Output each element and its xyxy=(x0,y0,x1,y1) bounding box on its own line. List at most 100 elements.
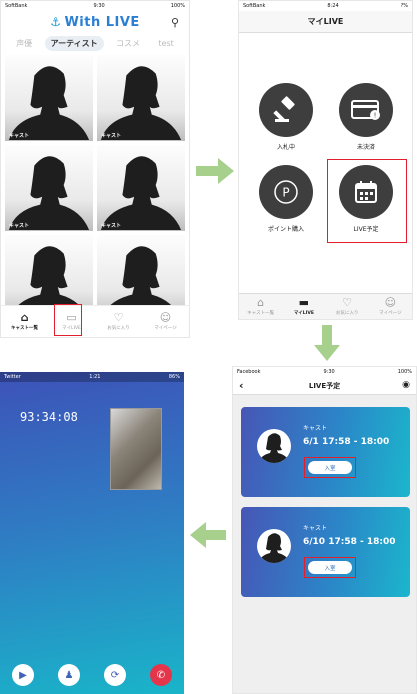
battery-label: 86% xyxy=(168,374,180,380)
schedule-time: 6/10 17:58 - 18:00 xyxy=(303,537,396,547)
cast-name: キャスト xyxy=(303,425,328,432)
menu-label: 入札中 xyxy=(276,144,295,151)
clock-label: 9:30 xyxy=(323,369,335,375)
arrow-left-icon xyxy=(190,522,226,548)
schedule-card: キャスト 6/10 17:58 - 18:00 入室 xyxy=(241,507,410,597)
tab-cosme[interactable]: コスメ xyxy=(110,36,146,51)
self-camera-preview xyxy=(110,408,162,490)
camera-toggle-button[interactable]: ▶ xyxy=(12,664,34,686)
flip-camera-button[interactable]: ⟳ xyxy=(104,664,126,686)
menu-label: 未決済 xyxy=(356,144,375,151)
cast-name: キャスト xyxy=(303,525,328,532)
cast-label: キャスト xyxy=(101,223,122,229)
cast-card[interactable]: キャスト xyxy=(5,55,93,141)
video-camera-icon: ▶ xyxy=(19,669,27,681)
carrier-label: Facebook xyxy=(237,369,261,375)
silhouette-icon xyxy=(258,533,290,563)
silhouette-icon xyxy=(100,66,182,141)
user-icon: ☺ xyxy=(384,296,397,309)
nav-cast-list[interactable]: ⌂ キャスト一覧 xyxy=(239,294,282,319)
home-icon: ⌂ xyxy=(20,311,29,324)
home-icon: ⌂ xyxy=(257,296,265,309)
call-controls: ▶ ♟ ⟳ ✆ xyxy=(0,664,184,686)
silhouette-icon xyxy=(8,66,90,141)
tv-icon: ▬ xyxy=(298,296,310,309)
tab-artist[interactable]: アーティスト xyxy=(44,35,104,51)
nav-my-page[interactable]: ☺ マイページ xyxy=(142,306,189,337)
highlight-live-schedule xyxy=(327,159,407,243)
highlight-enter-button xyxy=(304,557,356,578)
broadcast-icon[interactable]: ◉ xyxy=(402,380,410,390)
user-icon: ☺ xyxy=(159,311,172,324)
my-live-screen: SoftBank 8:24 ?% マイLIVE 入札中 ! 未決済 P ポイント… xyxy=(238,0,413,320)
cast-list-screen: SoftBank 9:30 100% ⚓ With LIVE ⚲ 声優 アーティス… xyxy=(0,0,190,338)
nav-label: マイページ xyxy=(154,326,177,331)
app-header: ⚓ With LIVE ⚲ xyxy=(1,11,189,33)
nav-label: キャスト一覧 xyxy=(247,311,275,316)
status-bar: Twitter 1:21 86% xyxy=(0,372,184,382)
cast-label: キャスト xyxy=(9,133,30,139)
menu-circle: P xyxy=(259,165,313,219)
nav-label: マイページ xyxy=(379,311,402,316)
menu-point-purchase[interactable]: P ポイント購入 xyxy=(251,165,321,233)
menu-unpaid[interactable]: ! 未決済 xyxy=(331,83,401,151)
silhouette-icon xyxy=(100,156,182,231)
battery-label: 100% xyxy=(170,3,185,9)
schedule-time: 6/1 17:58 - 18:00 xyxy=(303,437,390,447)
live-schedule-screen: Facebook 9:30 100% ‹ LIVE予定 ◉ キャスト 6/1 1… xyxy=(232,366,417,694)
highlight-enter-button xyxy=(304,457,356,478)
switch-user-button[interactable]: ♟ xyxy=(58,664,80,686)
cast-card[interactable]: キャスト xyxy=(5,145,93,231)
cast-card[interactable]: キャスト xyxy=(97,55,185,141)
carrier-label: Twitter xyxy=(4,374,21,380)
battery-label: 100% xyxy=(397,369,412,375)
tab-test[interactable]: test xyxy=(152,37,179,50)
cast-label: キャスト xyxy=(101,133,122,139)
tab-voice-actor[interactable]: 声優 xyxy=(10,36,38,51)
page-title: マイLIVE xyxy=(239,11,412,33)
highlight-my-live-nav xyxy=(54,304,82,336)
schedule-card: キャスト 6/1 17:58 - 18:00 入室 xyxy=(241,407,410,497)
hang-up-icon: ✆ xyxy=(156,669,166,681)
search-icon[interactable]: ⚲ xyxy=(171,16,179,29)
anchor-logo-icon: ⚓ xyxy=(50,14,62,29)
app-logo: ⚓ With LIVE xyxy=(50,15,140,30)
menu-circle: ! xyxy=(339,83,393,137)
carrier-label: SoftBank xyxy=(243,3,266,9)
bottom-nav: ⌂ キャスト一覧 ▬ マイLIVE ♡ お気に入り ☺ マイページ xyxy=(239,293,412,319)
silhouette-icon xyxy=(8,156,90,231)
nav-label: マイLIVE xyxy=(293,311,314,316)
point-coin-icon: P xyxy=(274,180,298,204)
menu-bidding[interactable]: 入札中 xyxy=(251,83,321,151)
svg-text:P: P xyxy=(282,186,289,200)
page-title: LIVE予定 xyxy=(308,381,341,390)
person-icon: ♟ xyxy=(64,669,74,681)
nav-favorites[interactable]: ♡ お気に入り xyxy=(326,294,369,319)
status-bar: SoftBank 8:24 ?% xyxy=(239,1,412,11)
svg-text:!: ! xyxy=(374,112,377,120)
avatar xyxy=(257,529,291,563)
clock-label: 1:21 xyxy=(89,374,101,380)
cast-card[interactable]: キャスト xyxy=(97,145,185,231)
heart-icon: ♡ xyxy=(113,311,124,324)
gavel-icon xyxy=(273,96,295,122)
nav-label: キャスト一覧 xyxy=(11,326,38,331)
nav-favorites[interactable]: ♡ お気に入り xyxy=(95,306,142,337)
back-chevron-icon[interactable]: ‹ xyxy=(239,379,244,392)
end-call-button[interactable]: ✆ xyxy=(150,664,172,686)
camera-flip-icon: ⟳ xyxy=(110,669,120,681)
video-call-screen: Twitter 1:21 86% 93:34:08 ▶ ♟ ⟳ ✆ xyxy=(0,372,184,694)
menu-label: ポイント購入 xyxy=(267,226,304,233)
logo-text: With LIVE xyxy=(64,14,140,30)
nav-label: お気に入り xyxy=(335,311,359,316)
nav-my-live[interactable]: ▬ マイLIVE xyxy=(282,294,325,319)
category-tabs: 声優 アーティスト コスメ test xyxy=(1,33,189,53)
nav-my-page[interactable]: ☺ マイページ xyxy=(369,294,412,319)
cast-label: キャスト xyxy=(9,223,30,229)
silhouette-icon xyxy=(258,433,290,463)
carrier-label: SoftBank xyxy=(5,3,28,9)
status-bar: SoftBank 9:30 100% xyxy=(1,1,189,11)
menu-circle xyxy=(259,83,313,137)
battery-label: ?% xyxy=(400,3,408,9)
nav-cast-list[interactable]: ⌂ キャスト一覧 xyxy=(1,306,48,337)
